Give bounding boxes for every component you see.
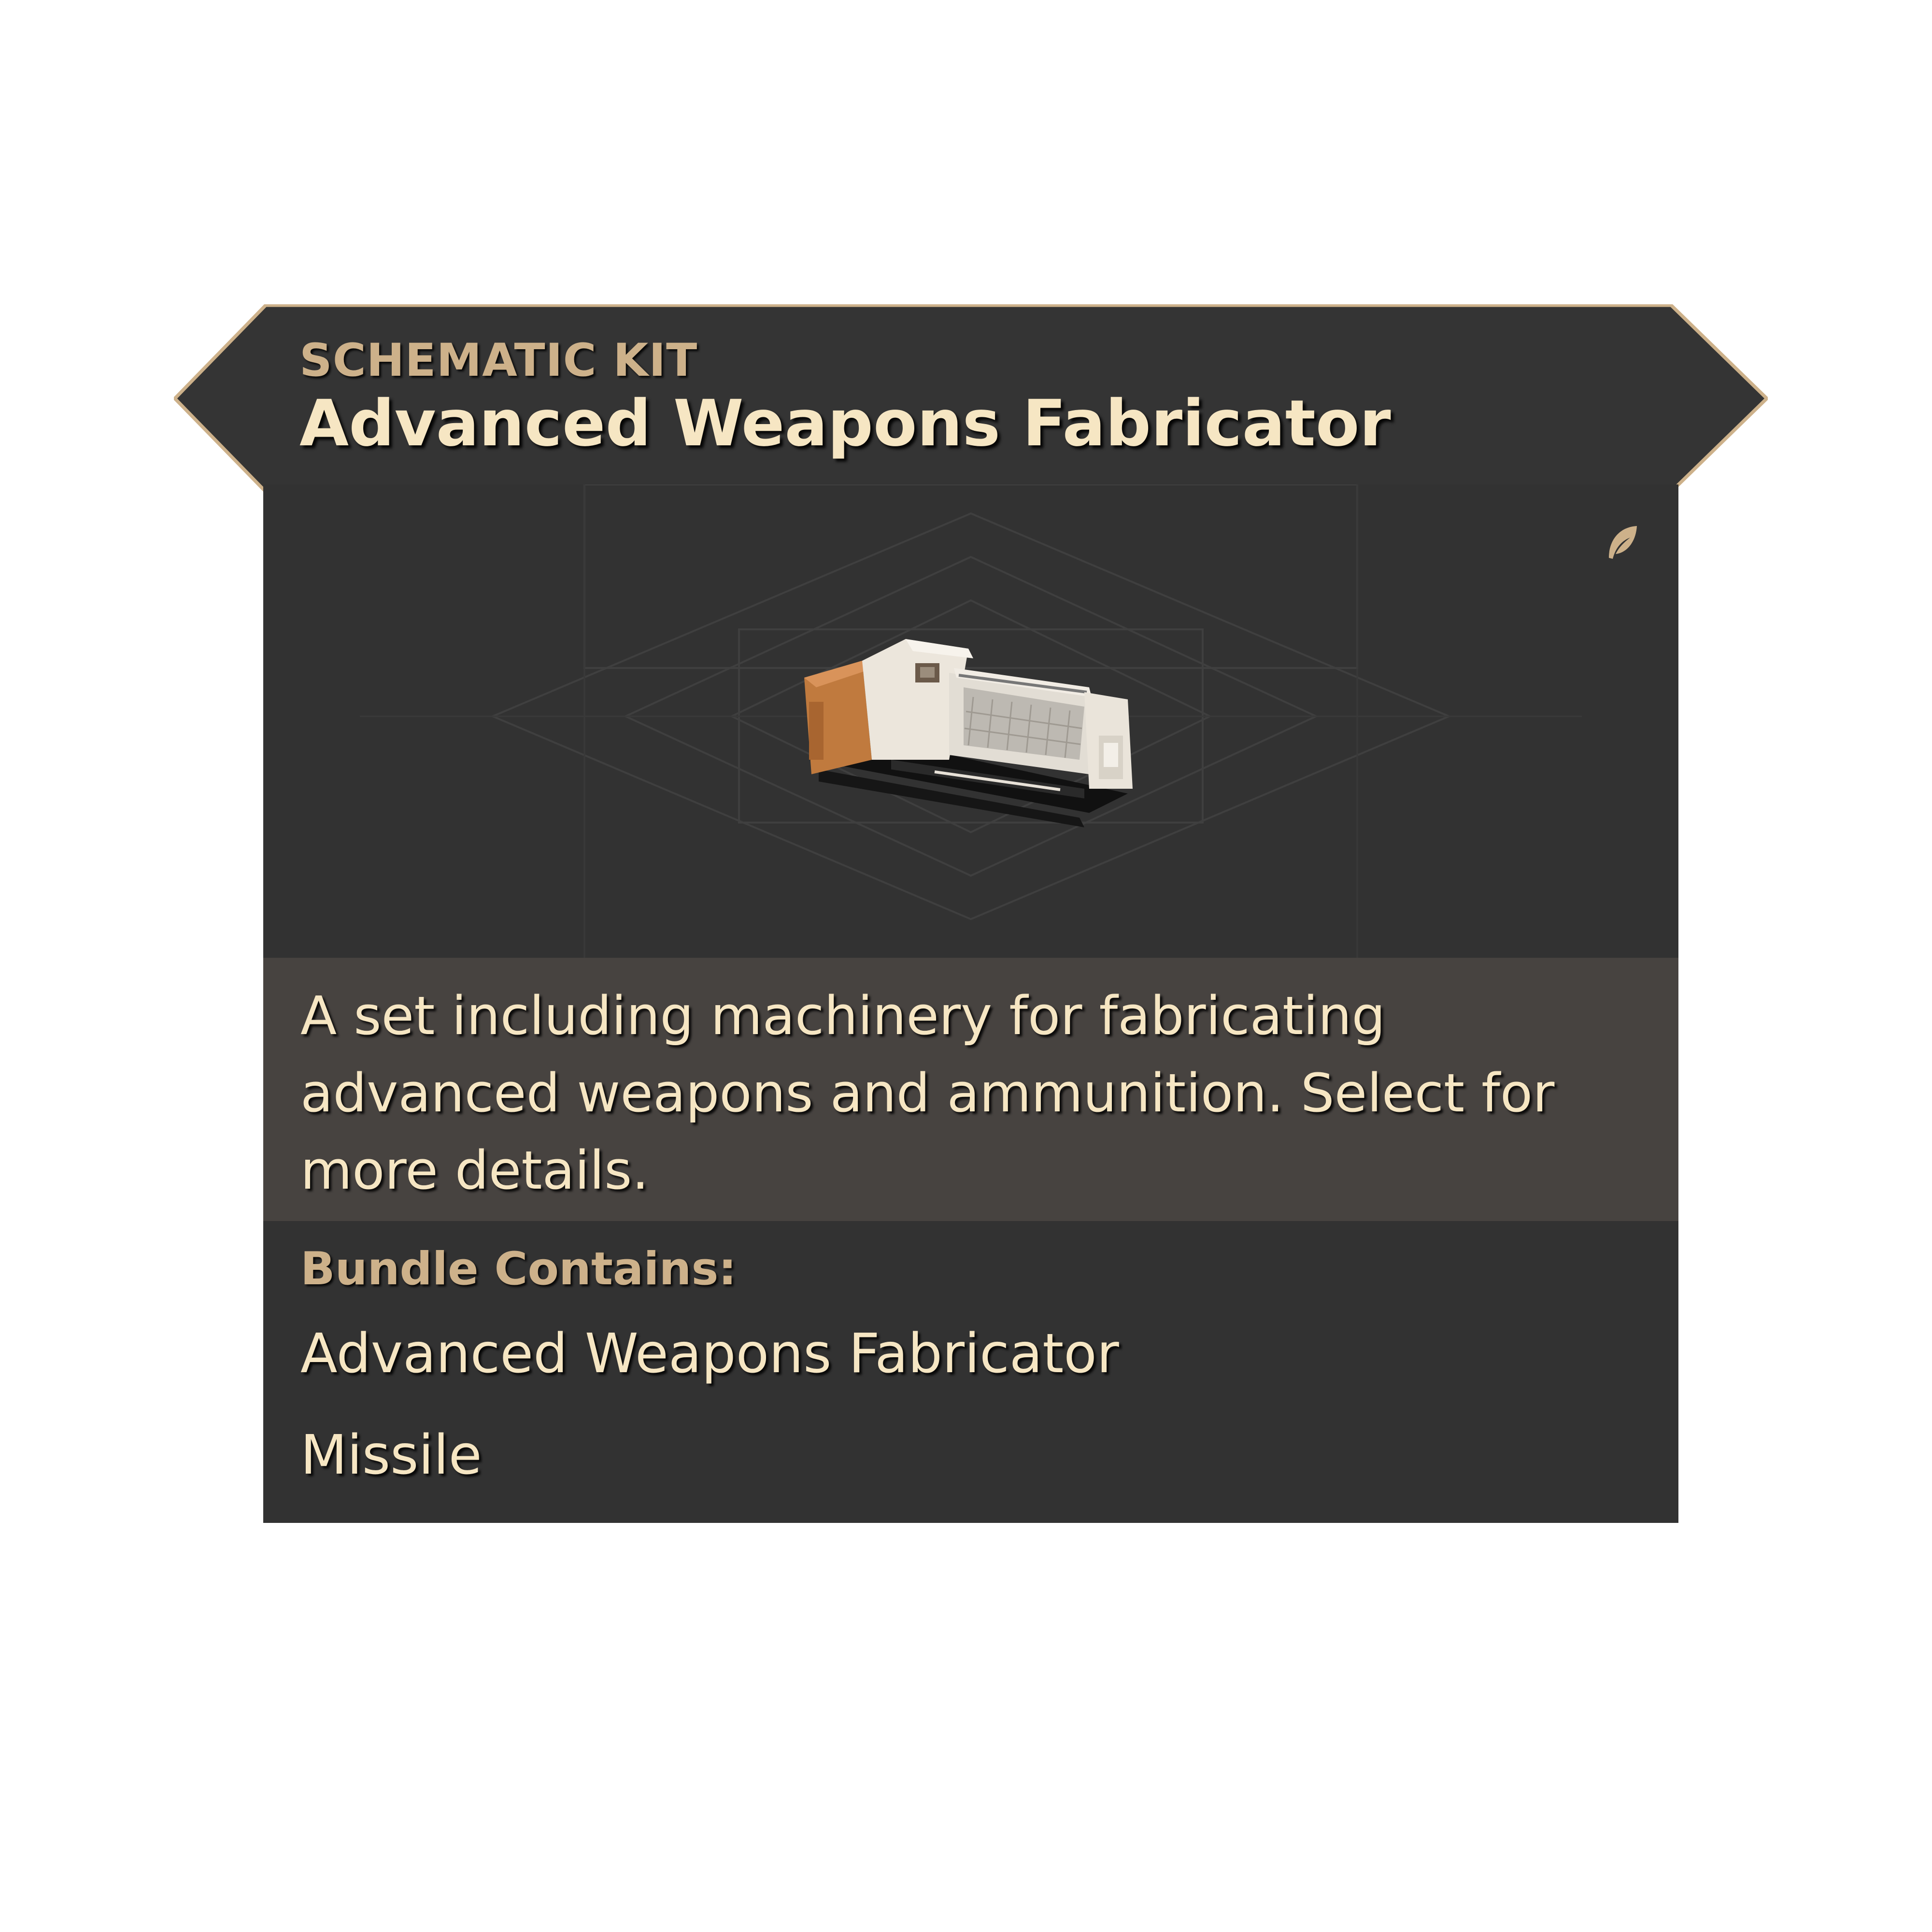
bundle-item: Missile (300, 1424, 482, 1487)
item-title: Advanced Weapons Fabricator (299, 386, 1391, 461)
tooltip-body: A set including machinery for fabricatin… (263, 484, 1678, 1523)
fabricator-machine-icon (804, 639, 1133, 827)
description-band: A set including machinery for fabricatin… (263, 958, 1678, 1221)
canvas: SCHEMATIC KIT Advanced Weapons Fabricato… (0, 0, 1932, 1932)
bundle-contains-label: Bundle Contains: (300, 1243, 737, 1295)
item-category: SCHEMATIC KIT (299, 334, 698, 387)
item-tooltip: SCHEMATIC KIT Advanced Weapons Fabricato… (0, 0, 1932, 1932)
leaf-icon (1609, 526, 1637, 559)
bundle-item: Advanced Weapons Fabricator (300, 1322, 1119, 1385)
item-description: A set including machinery for fabricatin… (300, 985, 1555, 1201)
item-preview (263, 484, 1678, 958)
